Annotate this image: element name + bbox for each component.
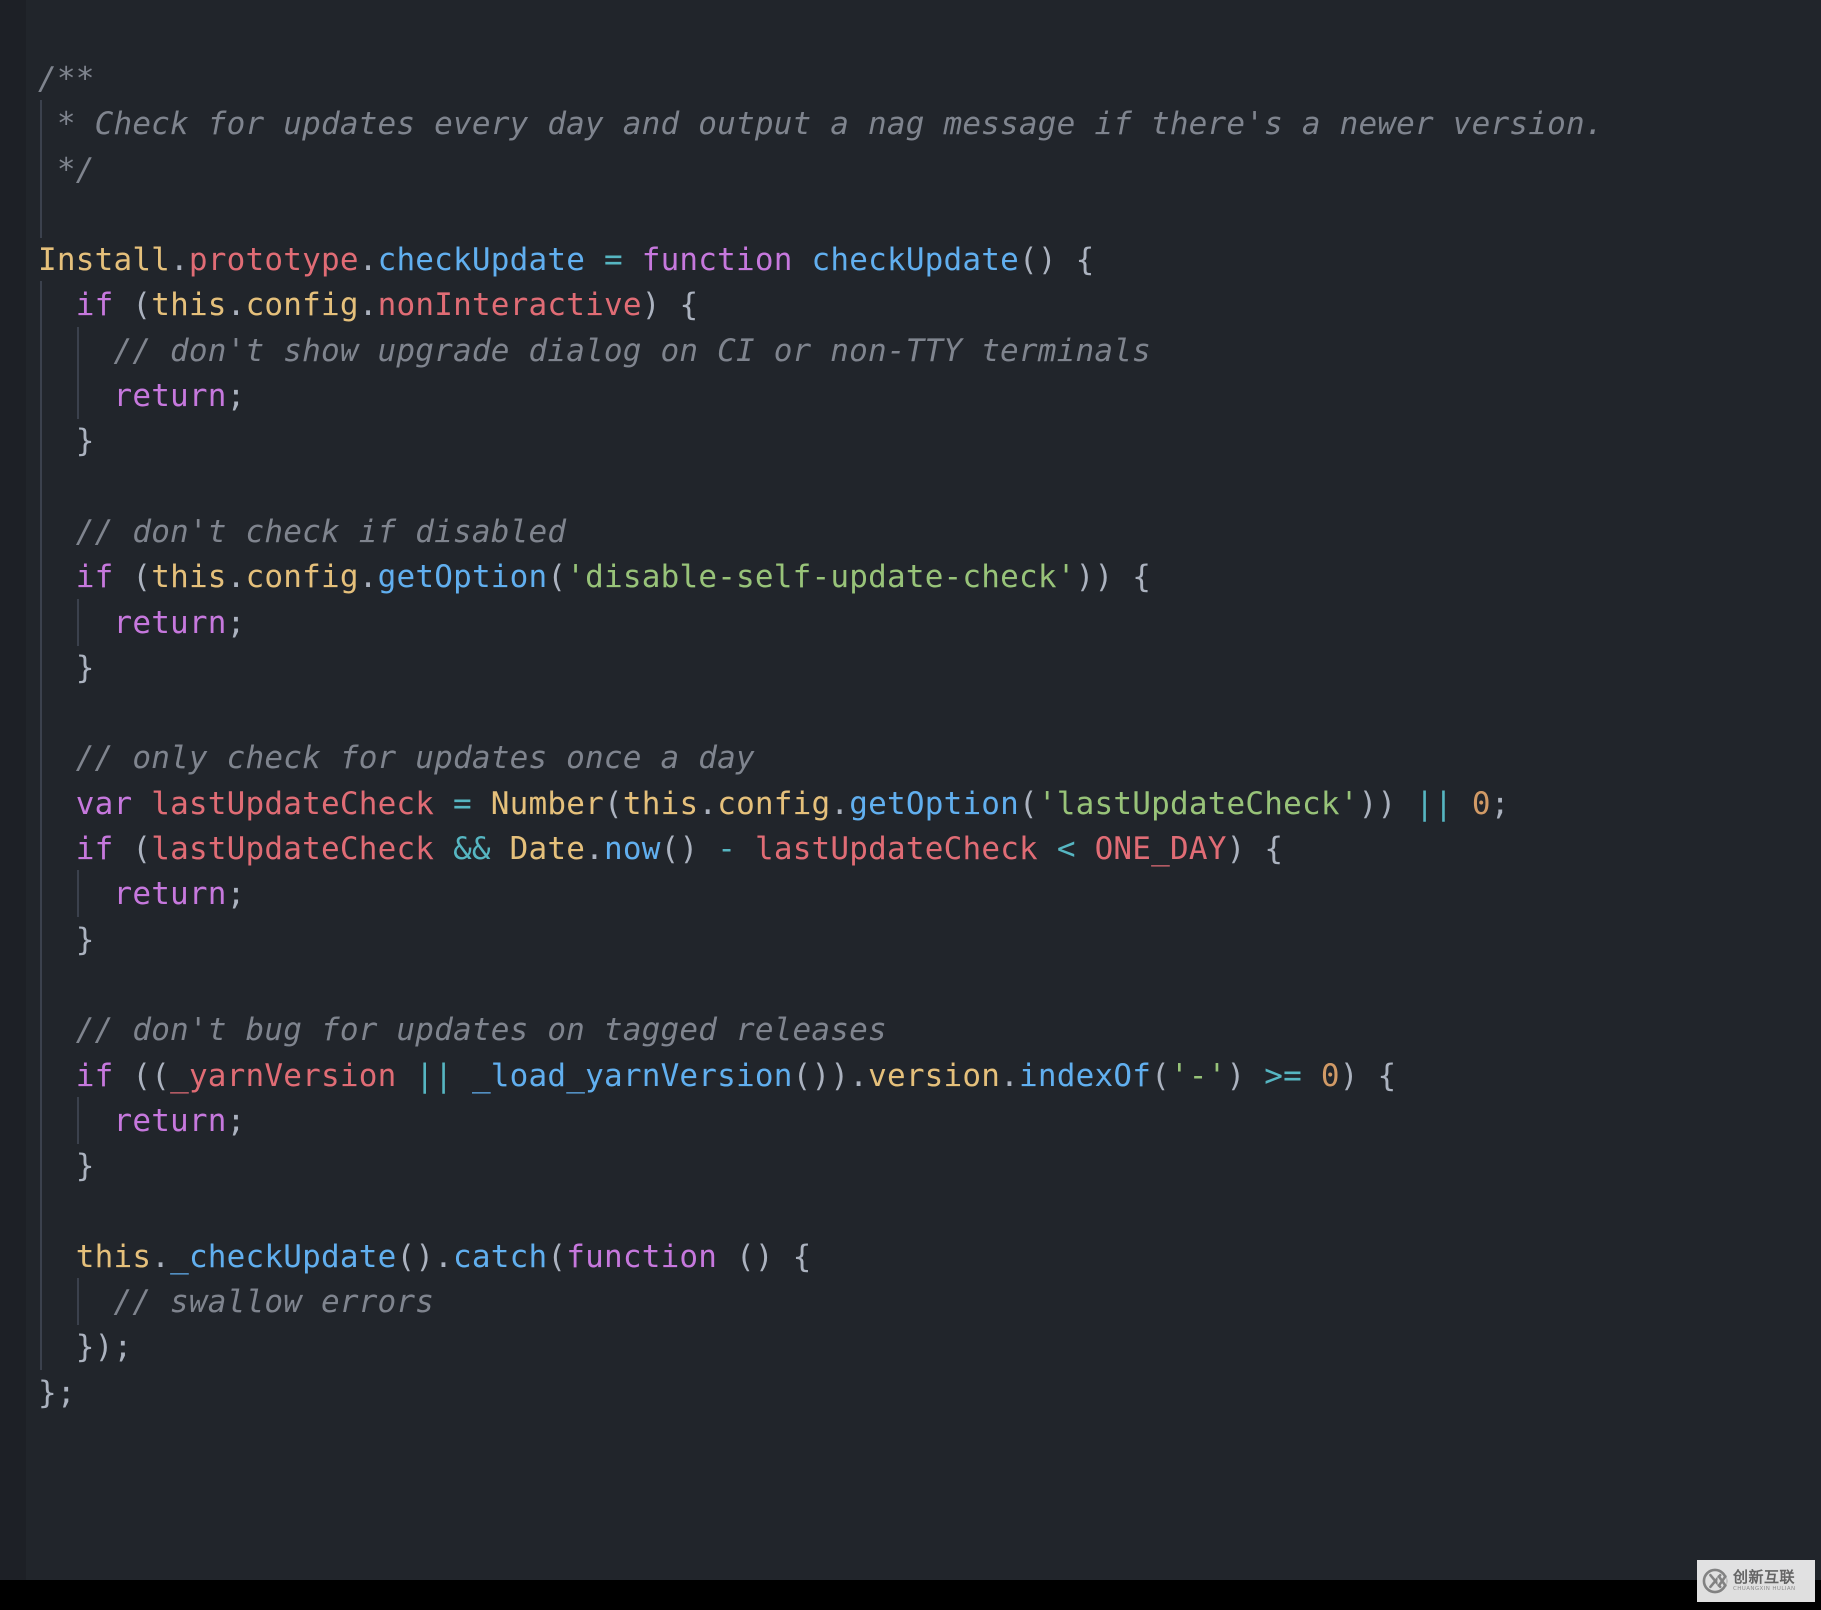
code-line: Install.prototype.checkUpdate = function… — [38, 242, 1095, 279]
watermark-cn-label: 创新互联 — [1733, 1567, 1796, 1586]
code-line — [0, 960, 1604, 1008]
code-line — [0, 462, 1604, 510]
code-line: if (this.config.getOption('disable-self-… — [0, 553, 1604, 601]
code-line: // don't show upgrade dialog on CI or no… — [0, 326, 1604, 374]
code-line: // don't bug for updates on tagged relea… — [0, 1006, 1604, 1054]
code-editor-surface: /** * Check for updates every day and ou… — [0, 0, 1821, 1580]
code-line: /** — [38, 61, 95, 97]
code-line — [0, 190, 1604, 238]
code-line: return; — [0, 372, 1604, 420]
code-line: return; — [0, 598, 1604, 646]
cx-logo-icon — [1702, 1568, 1728, 1594]
code-line: } — [0, 915, 1604, 963]
code-line: if (lastUpdateCheck && Date.now() - last… — [0, 825, 1604, 873]
code-content: /** * Check for updates every day and ou… — [0, 31, 1604, 1416]
code-line — [0, 689, 1604, 737]
code-line: }); — [0, 1323, 1604, 1371]
code-line: } — [0, 1142, 1604, 1190]
watermark: 创新互联 CHUANGXIN HULIAN — [1697, 1560, 1815, 1602]
code-line: * Check for updates every day and output… — [0, 100, 1604, 148]
code-line: return; — [0, 870, 1604, 918]
code-line: // don't check if disabled — [0, 507, 1604, 555]
code-line: var lastUpdateCheck = Number(this.config… — [0, 779, 1604, 827]
code-line: if (this.config.nonInteractive) { — [0, 281, 1604, 329]
watermark-en-label: CHUANGXIN HULIAN — [1733, 1585, 1796, 1592]
code-line: if ((_yarnVersion || _load_yarnVersion()… — [0, 1051, 1604, 1099]
code-line: this._checkUpdate().catch(function () { — [0, 1232, 1604, 1280]
watermark-text: 创新互联 CHUANGXIN HULIAN — [1733, 1567, 1796, 1593]
code-line: // swallow errors — [0, 1278, 1604, 1326]
code-line — [0, 1187, 1604, 1235]
code-line: } — [0, 417, 1604, 465]
code-line: } — [0, 643, 1604, 691]
code-line: */ — [0, 145, 1604, 193]
code-line: return; — [0, 1096, 1604, 1144]
code-line: }; — [38, 1374, 76, 1411]
code-line: // only check for updates once a day — [0, 734, 1604, 782]
